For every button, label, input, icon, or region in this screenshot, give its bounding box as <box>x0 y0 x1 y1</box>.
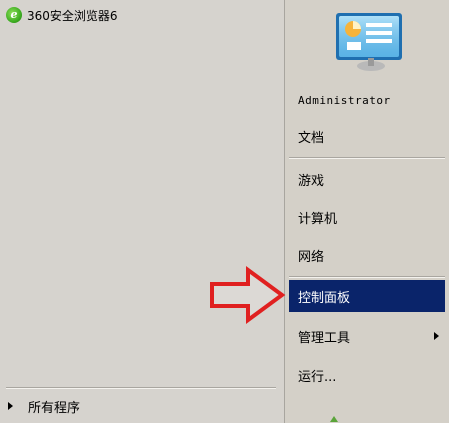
red-right-arrow-icon <box>210 266 286 324</box>
all-programs-button[interactable]: 所有程序 <box>8 396 80 416</box>
menu-item-label: 计算机 <box>298 211 338 227</box>
triangle-right-icon <box>8 402 13 410</box>
username-label: Administrator <box>298 93 391 107</box>
menu-item-label: 管理工具 <box>298 330 351 346</box>
menu-item-label: 控制面板 <box>298 290 351 306</box>
menu-item-control-panel[interactable]: 控制面板 <box>289 280 445 312</box>
start-menu: e 360安全浏览器6 所有程序 Administrator 文档 游戏 计算机… <box>0 0 449 423</box>
menu-item-computer[interactable]: 计算机 <box>289 201 445 233</box>
green-marker-icon <box>330 416 338 422</box>
program-item-360-browser[interactable]: e 360安全浏览器6 <box>6 4 118 26</box>
all-programs-label: 所有程序 <box>28 400 81 416</box>
submenu-arrow-icon <box>434 332 439 340</box>
browser-360-icon: e <box>6 7 22 23</box>
menu-item-admin-tools[interactable]: 管理工具 <box>289 320 445 352</box>
right-pane-divider <box>289 276 445 278</box>
menu-item-label: 文档 <box>298 130 325 146</box>
menu-item-label: 运行... <box>298 369 337 385</box>
menu-item-label: 游戏 <box>298 173 325 189</box>
start-menu-right-pane: Administrator 文档 游戏 计算机 网络 控制面板 管理工具 运行.… <box>284 0 449 423</box>
menu-item-network[interactable]: 网络 <box>289 239 445 271</box>
menu-item-label: 网络 <box>298 249 325 265</box>
menu-item-games[interactable]: 游戏 <box>289 163 445 195</box>
left-pane-divider <box>6 387 276 389</box>
right-pane-divider <box>289 157 445 159</box>
menu-item-run[interactable]: 运行... <box>289 359 445 391</box>
menu-item-documents[interactable]: 文档 <box>289 120 445 152</box>
control-panel-user-icon[interactable] <box>333 12 405 72</box>
program-item-label: 360安全浏览器6 <box>27 8 118 23</box>
start-menu-left-pane: e 360安全浏览器6 所有程序 <box>0 0 284 423</box>
user-account-item[interactable]: Administrator <box>289 84 445 116</box>
